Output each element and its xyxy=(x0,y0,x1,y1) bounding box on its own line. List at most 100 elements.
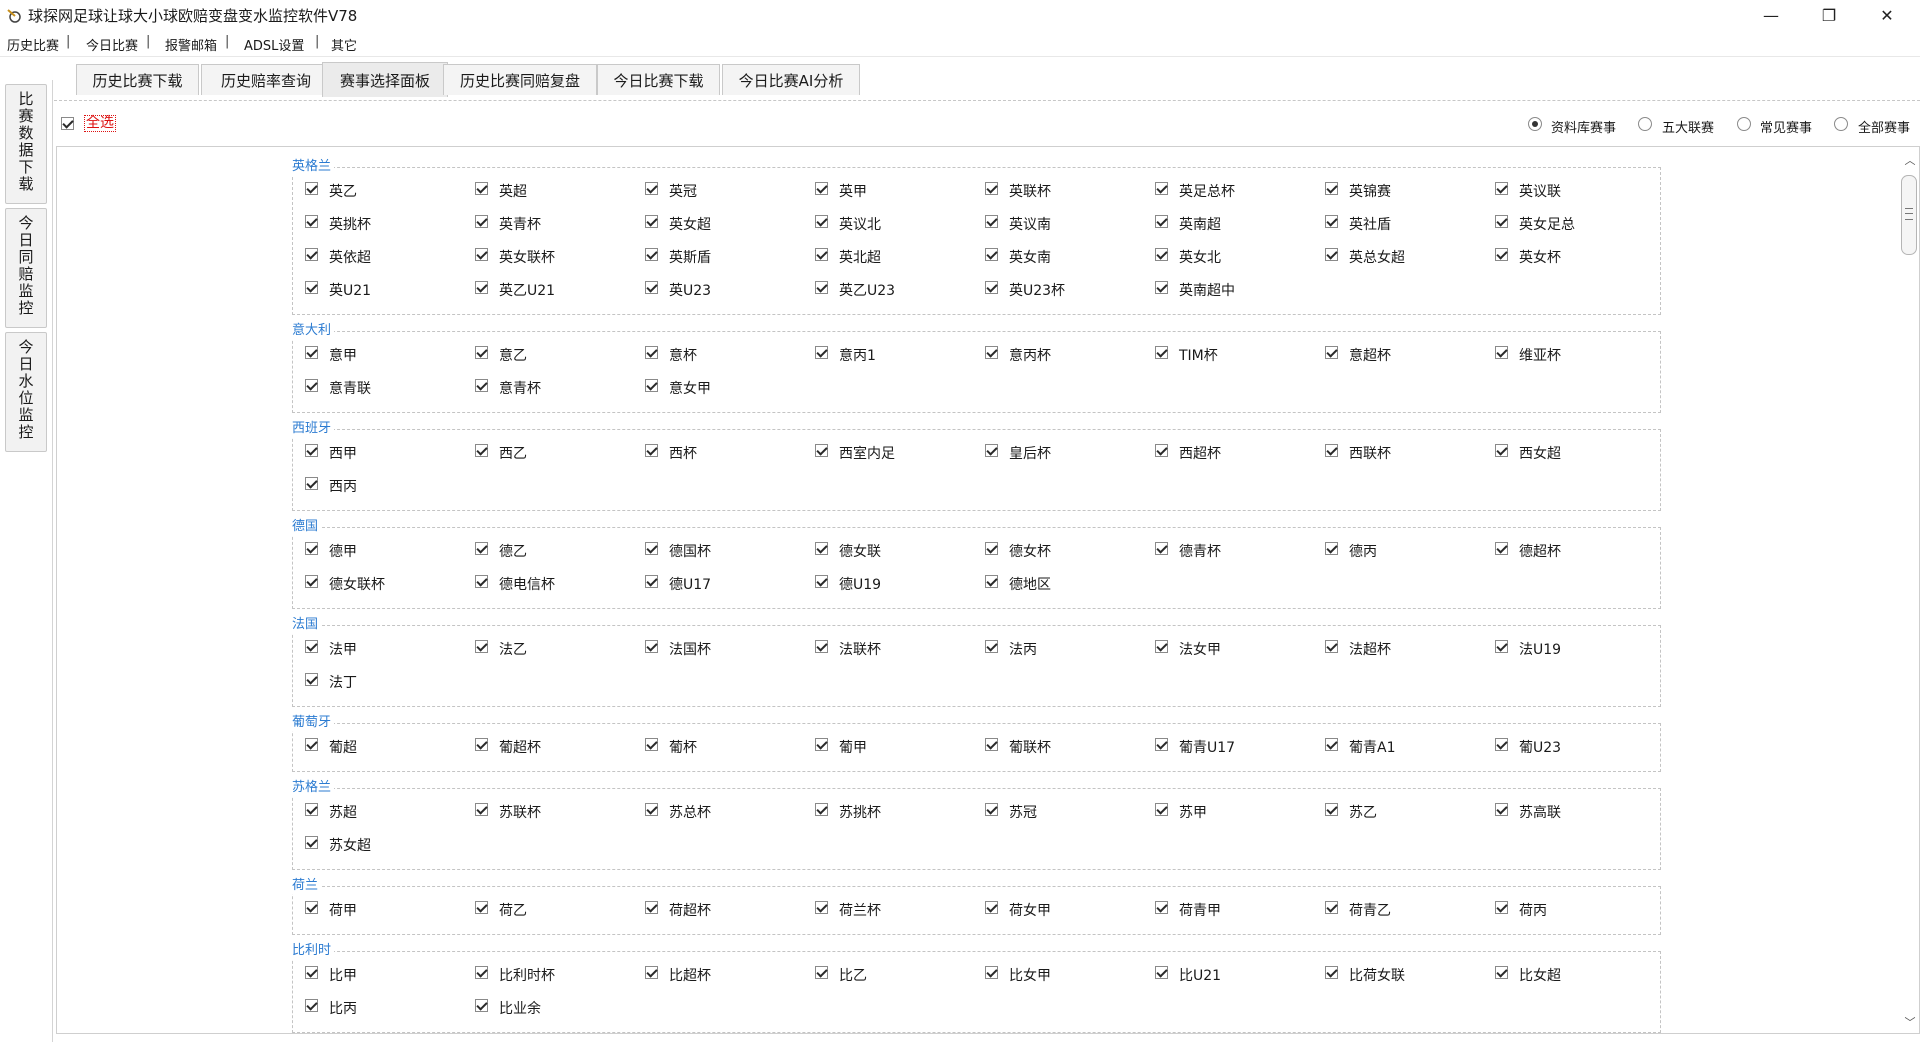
league-label[interactable]: 法女甲 xyxy=(1179,639,1221,659)
league-label[interactable]: 荷丙 xyxy=(1519,900,1547,920)
league-label[interactable]: 葡U23 xyxy=(1519,737,1561,757)
league-checkbox[interactable] xyxy=(815,346,828,359)
league-checkbox[interactable] xyxy=(985,215,998,228)
league-checkbox[interactable] xyxy=(475,215,488,228)
league-label[interactable]: 英冠 xyxy=(669,181,697,201)
league-label[interactable]: 意青联 xyxy=(329,378,371,398)
league-checkbox[interactable] xyxy=(1155,901,1168,914)
league-label[interactable]: 比乙 xyxy=(839,965,867,985)
league-label[interactable]: 德U19 xyxy=(839,574,881,594)
league-label[interactable]: 英U23杯 xyxy=(1009,280,1065,300)
league-checkbox[interactable] xyxy=(1325,966,1338,979)
league-checkbox[interactable] xyxy=(305,999,318,1012)
league-label[interactable]: 法联杯 xyxy=(839,639,881,659)
league-checkbox[interactable] xyxy=(645,901,658,914)
league-label[interactable]: 德超杯 xyxy=(1519,541,1561,561)
league-checkbox[interactable] xyxy=(645,803,658,816)
league-checkbox[interactable] xyxy=(305,346,318,359)
league-label[interactable]: 意杯 xyxy=(669,345,697,365)
league-label[interactable]: 西乙 xyxy=(499,443,527,463)
league-label[interactable]: 英锦赛 xyxy=(1349,181,1391,201)
league-checkbox[interactable] xyxy=(985,640,998,653)
league-label[interactable]: 西室内足 xyxy=(839,443,895,463)
league-checkbox[interactable] xyxy=(645,575,658,588)
league-label[interactable]: 比荷女联 xyxy=(1349,965,1405,985)
league-checkbox[interactable] xyxy=(815,738,828,751)
league-label[interactable]: 英乙 xyxy=(329,181,357,201)
league-checkbox[interactable] xyxy=(815,542,828,555)
league-checkbox[interactable] xyxy=(1495,542,1508,555)
league-label[interactable]: 英斯盾 xyxy=(669,247,711,267)
league-label[interactable]: 意女甲 xyxy=(669,378,711,398)
league-label[interactable]: 比丙 xyxy=(329,998,357,1018)
league-label[interactable]: 比超杯 xyxy=(669,965,711,985)
league-checkbox[interactable] xyxy=(475,803,488,816)
league-label[interactable]: 英议南 xyxy=(1009,214,1051,234)
league-label[interactable]: 英U21 xyxy=(329,280,371,300)
league-label[interactable]: 英乙U23 xyxy=(839,280,895,300)
league-label[interactable]: 葡联杯 xyxy=(1009,737,1051,757)
league-checkbox[interactable] xyxy=(475,901,488,914)
league-label[interactable]: 荷超杯 xyxy=(669,900,711,920)
league-checkbox[interactable] xyxy=(985,281,998,294)
league-label[interactable]: 荷兰杯 xyxy=(839,900,881,920)
menu-adsl-settings[interactable]: ADSL设置 xyxy=(244,35,304,54)
minimize-button[interactable]: — xyxy=(1742,0,1800,30)
league-checkbox[interactable] xyxy=(305,836,318,849)
menu-history-matches[interactable]: 历史比赛 xyxy=(7,35,59,54)
league-checkbox[interactable] xyxy=(1155,248,1168,261)
league-checkbox[interactable] xyxy=(1155,738,1168,751)
league-label[interactable]: 英女超 xyxy=(669,214,711,234)
league-label[interactable]: 法丙 xyxy=(1009,639,1037,659)
league-label[interactable]: 英北超 xyxy=(839,247,881,267)
league-checkbox[interactable] xyxy=(1155,966,1168,979)
league-label[interactable]: 皇后杯 xyxy=(1009,443,1051,463)
league-label[interactable]: 苏乙 xyxy=(1349,802,1377,822)
league-label[interactable]: 西超杯 xyxy=(1179,443,1221,463)
league-checkbox[interactable] xyxy=(985,248,998,261)
league-checkbox[interactable] xyxy=(305,575,318,588)
league-checkbox[interactable] xyxy=(305,444,318,457)
league-checkbox[interactable] xyxy=(1155,281,1168,294)
league-label[interactable]: 德青杯 xyxy=(1179,541,1221,561)
league-checkbox[interactable] xyxy=(475,248,488,261)
league-label[interactable]: 英青杯 xyxy=(499,214,541,234)
league-label[interactable]: 意丙杯 xyxy=(1009,345,1051,365)
league-label[interactable]: 葡超 xyxy=(329,737,357,757)
league-checkbox[interactable] xyxy=(305,248,318,261)
league-label[interactable]: 葡青A1 xyxy=(1349,737,1395,757)
league-label[interactable]: 德丙 xyxy=(1349,541,1377,561)
league-checkbox[interactable] xyxy=(475,640,488,653)
league-label[interactable]: 意超杯 xyxy=(1349,345,1391,365)
league-label[interactable]: 法超杯 xyxy=(1349,639,1391,659)
league-checkbox[interactable] xyxy=(815,803,828,816)
league-checkbox[interactable] xyxy=(1325,248,1338,261)
league-label[interactable]: 西联杯 xyxy=(1349,443,1391,463)
league-label[interactable]: 苏超 xyxy=(329,802,357,822)
league-label[interactable]: 英总女超 xyxy=(1349,247,1405,267)
league-checkbox[interactable] xyxy=(985,444,998,457)
league-checkbox[interactable] xyxy=(815,215,828,228)
league-label[interactable]: 葡杯 xyxy=(669,737,697,757)
league-checkbox[interactable] xyxy=(1495,346,1508,359)
league-label[interactable]: 意乙 xyxy=(499,345,527,365)
league-label[interactable]: 荷乙 xyxy=(499,900,527,920)
league-label[interactable]: 英足总杯 xyxy=(1179,181,1235,201)
league-checkbox[interactable] xyxy=(985,346,998,359)
league-checkbox[interactable] xyxy=(305,182,318,195)
tab-today-ai-analysis[interactable]: 今日比赛AI分析 xyxy=(722,64,860,95)
league-checkbox[interactable] xyxy=(475,738,488,751)
league-checkbox[interactable] xyxy=(1155,346,1168,359)
league-label[interactable]: 英女足总 xyxy=(1519,214,1575,234)
league-label[interactable]: 英南超 xyxy=(1179,214,1221,234)
league-checkbox[interactable] xyxy=(645,182,658,195)
league-label[interactable]: 意丙1 xyxy=(839,345,876,365)
league-label[interactable]: 英议联 xyxy=(1519,181,1561,201)
league-checkbox[interactable] xyxy=(1325,803,1338,816)
league-label[interactable]: 法乙 xyxy=(499,639,527,659)
league-label[interactable]: 英甲 xyxy=(839,181,867,201)
filter-all-radio[interactable] xyxy=(1834,117,1848,131)
league-label[interactable]: 英南超中 xyxy=(1179,280,1235,300)
league-checkbox[interactable] xyxy=(645,215,658,228)
league-checkbox[interactable] xyxy=(815,182,828,195)
